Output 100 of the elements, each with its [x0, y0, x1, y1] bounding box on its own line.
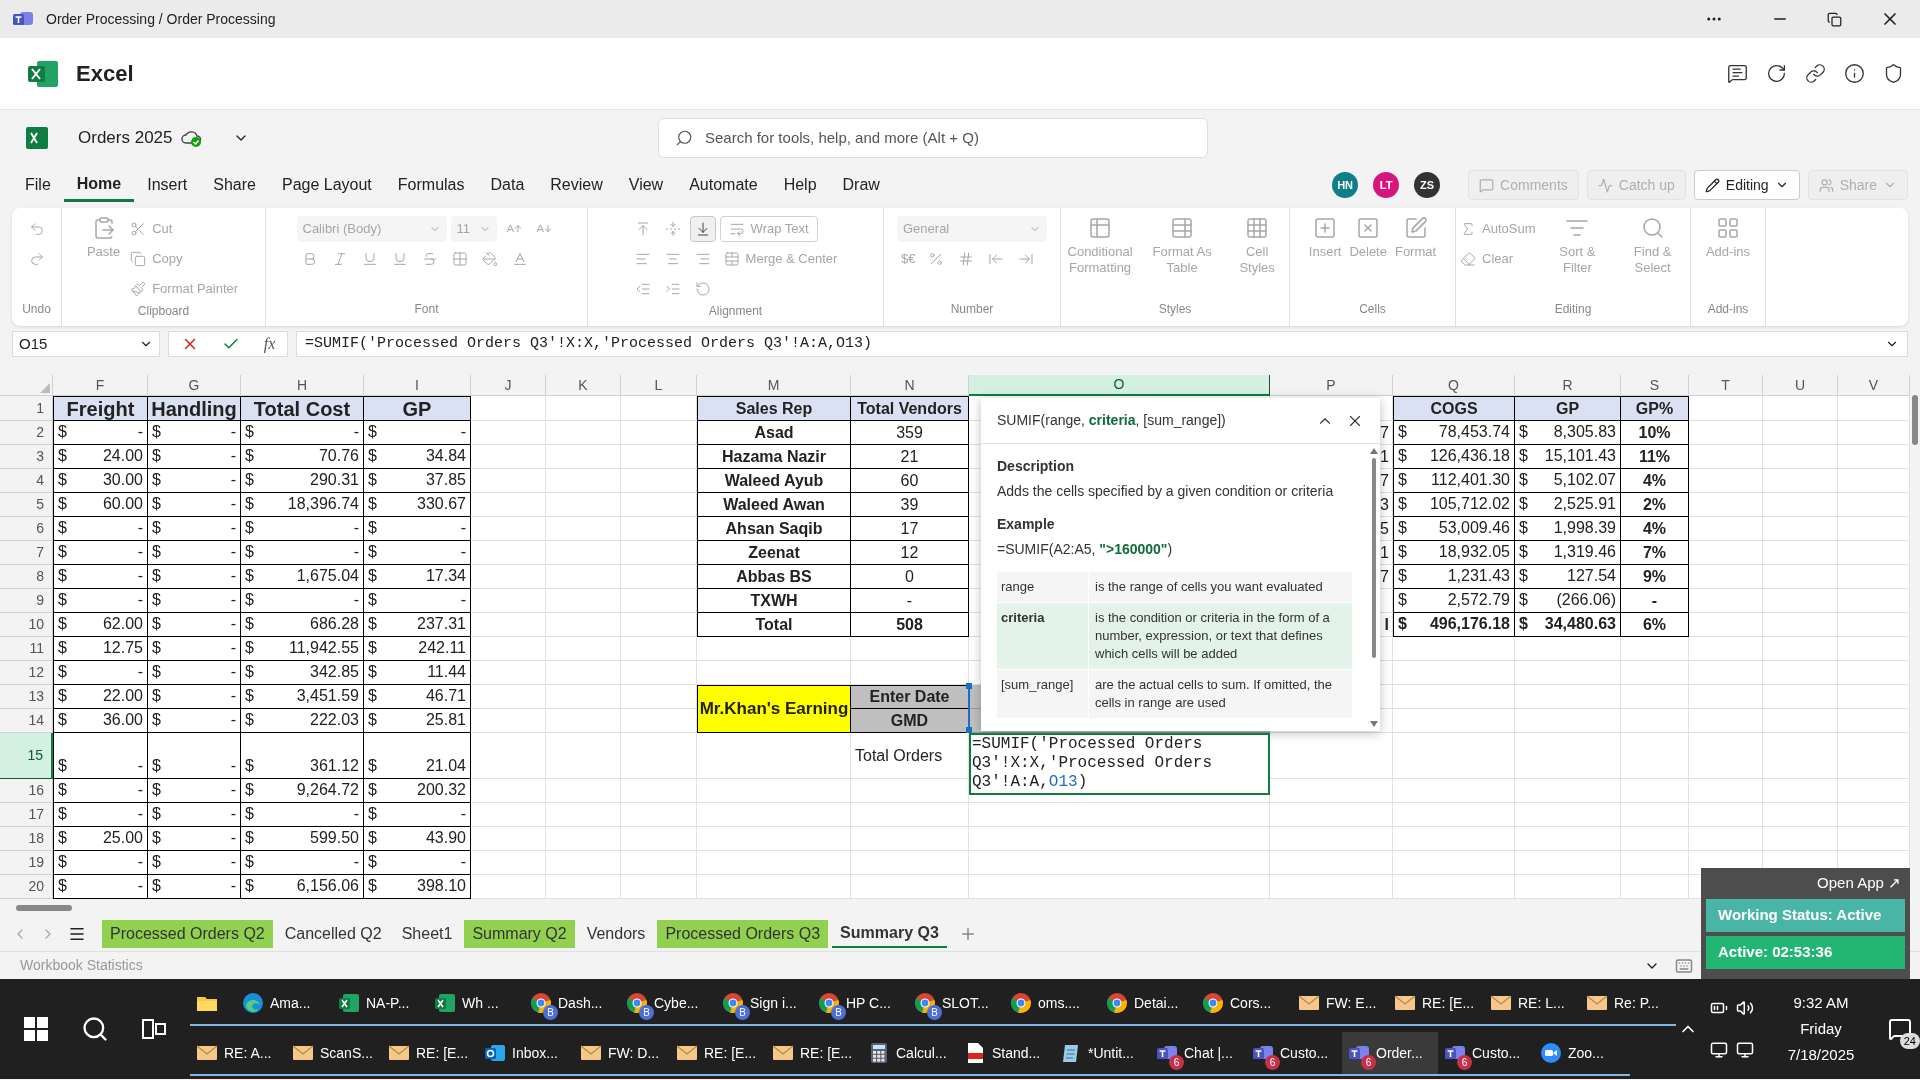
row-header[interactable]: 1: [0, 396, 53, 421]
row-header[interactable]: 11: [0, 637, 53, 661]
row-header[interactable]: 6: [0, 517, 53, 541]
row-header[interactable]: 8: [0, 565, 53, 589]
row-header[interactable]: 2: [0, 421, 53, 445]
menu-tab[interactable]: Share: [200, 168, 269, 202]
row-header[interactable]: 16: [0, 779, 53, 803]
cell-text: 1: [1380, 447, 1389, 467]
menu-tab[interactable]: Automate: [676, 168, 771, 202]
column-header[interactable]: M: [697, 375, 851, 396]
column-header[interactable]: R: [1515, 375, 1621, 396]
row-header[interactable]: 4: [0, 469, 53, 493]
menu-tab[interactable]: Help: [770, 168, 830, 202]
column-header[interactable]: Q: [1393, 375, 1515, 396]
open-app-link[interactable]: Open App ↗: [1813, 872, 1905, 895]
formula-field[interactable]: =SUMIF('Processed Orders Q3'!X:X,'Processed Orders Q3'!A:A,O13): [296, 331, 1908, 357]
menu-tab[interactable]: Page Layout: [268, 168, 385, 202]
row-header[interactable]: 9: [0, 589, 53, 613]
column-header[interactable]: F: [53, 375, 148, 396]
taskbar-item[interactable]: *Untit...: [1054, 1032, 1150, 1076]
column-header[interactable]: H: [241, 375, 364, 396]
taskbar-item[interactable]: ScanS...: [286, 1032, 382, 1076]
row-header[interactable]: 3: [0, 445, 53, 469]
row-header[interactable]: 20: [0, 875, 53, 899]
menu-tab[interactable]: Data: [477, 168, 538, 202]
menu-tab[interactable]: View: [615, 168, 677, 202]
column-header[interactable]: N: [851, 375, 969, 396]
sheet-tab[interactable]: Processed Orders Q3: [657, 920, 829, 948]
column-header[interactable]: K: [546, 375, 621, 396]
taskbar-item[interactable]: NA-P...: [332, 982, 428, 1026]
menu-tab[interactable]: Draw: [829, 168, 893, 202]
taskbar-item[interactable]: B Cybe...: [620, 982, 716, 1026]
row-header[interactable]: 14: [0, 709, 53, 733]
menu-tab[interactable]: Formulas: [384, 168, 478, 202]
avatar[interactable]: HN: [1332, 172, 1359, 198]
table-cell: 10%: [1621, 421, 1689, 445]
menu-tab[interactable]: Review: [537, 168, 616, 202]
taskbar-item[interactable]: Calcul...: [862, 1032, 958, 1076]
cell-editor[interactable]: =SUMIF('Processed Orders Q3'!X:X,'Processed Orders Q3'!A:A,O13): [969, 733, 1270, 795]
taskbar-item[interactable]: Re: P...: [1580, 982, 1676, 1026]
taskbar-item[interactable]: RE: L...: [1484, 982, 1580, 1026]
taskbar-item[interactable]: RE: A...: [190, 1032, 286, 1076]
column-header[interactable]: P: [1270, 375, 1393, 396]
taskbar-item[interactable]: RE: [E...: [766, 1032, 862, 1076]
document-name[interactable]: Orders 2025: [78, 125, 173, 151]
taskbar-item[interactable]: Wh ...: [428, 982, 524, 1026]
sheet-tab[interactable]: Processed Orders Q2: [102, 920, 273, 948]
taskbar-item[interactable]: B Dash...: [524, 982, 620, 1026]
row-header[interactable]: 19: [0, 851, 53, 875]
insert-function-button[interactable]: fx: [263, 332, 276, 356]
sheet-tab[interactable]: Sheet1: [393, 920, 461, 948]
column-header[interactable]: I: [364, 375, 471, 396]
taskbar-item[interactable]: B Sign i...: [716, 982, 812, 1026]
taskbar-item[interactable]: B SLOT...: [908, 982, 1004, 1026]
taskbar-item[interactable]: B HP C...: [812, 982, 908, 1026]
taskbar-item[interactable]: Ama...: [236, 982, 332, 1026]
avatar[interactable]: ZS: [1414, 172, 1441, 198]
taskbar-item[interactable]: Stand...: [958, 1032, 1054, 1076]
row-header[interactable]: 5: [0, 493, 53, 517]
menu-tab[interactable]: Insert: [134, 168, 201, 202]
menu-tab[interactable]: File: [12, 168, 64, 202]
sheet-tab[interactable]: Cancelled Q2: [276, 920, 390, 948]
taskbar-item[interactable]: RE: [E...: [1388, 982, 1484, 1026]
taskbar-item[interactable]: RE: [E...: [382, 1032, 478, 1076]
editing-button[interactable]: Editing: [1693, 170, 1800, 200]
taskbar-item[interactable]: Detai...: [1100, 982, 1196, 1026]
taskbar-item[interactable]: Zoo...: [1534, 1032, 1630, 1076]
taskbar-item[interactable]: RE: [E...: [670, 1032, 766, 1076]
search-field[interactable]: Search for tools, help, and more (Alt + Q): [658, 118, 1208, 158]
menu-tab[interactable]: Home: [63, 168, 135, 202]
column-header[interactable]: U: [1763, 375, 1838, 396]
taskbar-item[interactable]: Inbox...: [478, 1032, 574, 1076]
taskbar-item[interactable]: 6 Chat |...: [1150, 1032, 1246, 1076]
sheet-tab[interactable]: Summary Q2: [464, 920, 575, 948]
column-header[interactable]: O: [969, 375, 1270, 396]
row-header[interactable]: 10: [0, 613, 53, 637]
taskbar-item[interactable]: FW: E...: [1292, 982, 1388, 1026]
row-header[interactable]: 17: [0, 803, 53, 827]
column-header[interactable]: J: [471, 375, 546, 396]
column-header[interactable]: T: [1689, 375, 1763, 396]
taskbar-item[interactable]: oms....: [1004, 982, 1100, 1026]
column-header[interactable]: S: [1621, 375, 1689, 396]
table-cell: 17: [851, 517, 969, 541]
sheet-tab[interactable]: Vendors: [578, 920, 654, 948]
clock[interactable]: 9:32 AM Friday 7/18/2025: [1766, 990, 1876, 1068]
row-header[interactable]: 18: [0, 827, 53, 851]
avatar[interactable]: LT: [1373, 172, 1400, 198]
row-header[interactable]: 15: [0, 733, 53, 779]
column-header[interactable]: V: [1838, 375, 1910, 396]
taskbar-item[interactable]: 6 Custo...: [1438, 1032, 1534, 1076]
column-header[interactable]: L: [621, 375, 697, 396]
name-box[interactable]: O15: [12, 331, 160, 357]
taskbar-item[interactable]: 6 Order...: [1342, 1032, 1438, 1076]
row-header[interactable]: 7: [0, 541, 53, 565]
row-header[interactable]: 12: [0, 661, 53, 685]
row-header[interactable]: 13: [0, 685, 53, 709]
sheet-tab[interactable]: Summary Q3: [832, 920, 947, 948]
column-header[interactable]: G: [148, 375, 241, 396]
taskbar-item[interactable]: Cors...: [1196, 982, 1292, 1026]
taskbar-item[interactable]: FW: D...: [574, 1032, 670, 1076]
